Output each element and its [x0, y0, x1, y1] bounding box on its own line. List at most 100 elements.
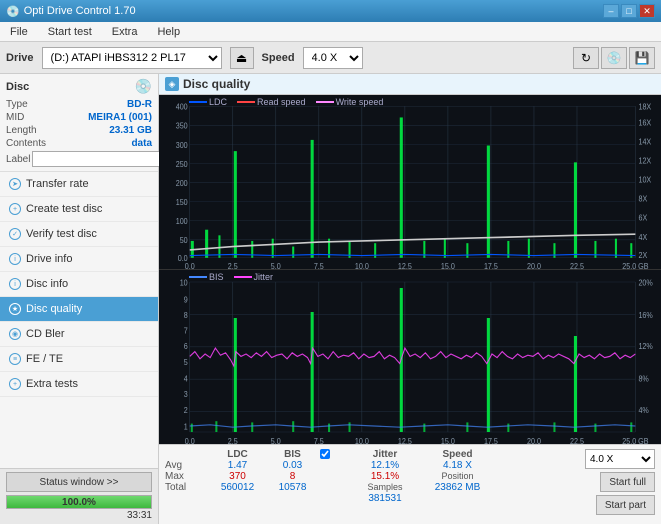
svg-text:16X: 16X — [638, 118, 651, 127]
disc-contents-label: Contents — [6, 138, 46, 149]
svg-text:5.0: 5.0 — [271, 436, 282, 444]
save-button[interactable]: 💾 — [629, 47, 655, 69]
svg-text:300: 300 — [176, 140, 188, 149]
top-chart-legend: LDC Read speed Write speed — [189, 97, 383, 107]
menubar: File Start test Extra Help — [0, 22, 661, 42]
extra-tests-icon: + — [8, 377, 22, 391]
disc-mid-label: MID — [6, 112, 24, 123]
stats-panel: LDC BIS Jitter Speed Avg 1.47 — [159, 444, 661, 524]
stats-col-jitter-check — [320, 449, 350, 460]
eject-button[interactable]: ⏏ — [230, 47, 254, 69]
start-part-button[interactable]: Start part — [596, 495, 655, 515]
svg-text:200: 200 — [176, 179, 188, 188]
menu-start-test[interactable]: Start test — [42, 24, 98, 40]
svg-text:10.0: 10.0 — [355, 262, 369, 269]
sidebar-item-label: Create test disc — [26, 203, 102, 215]
status-bar: Status window >> 100.0% 33:31 — [0, 468, 158, 524]
stats-total-label: Total — [165, 482, 210, 493]
stats-total-ldc: 560012 — [210, 482, 265, 493]
svg-text:400: 400 — [176, 102, 188, 111]
menu-extra[interactable]: Extra — [106, 24, 144, 40]
disc-type-value: BD-R — [127, 99, 152, 110]
jitter-checkbox[interactable] — [320, 449, 330, 459]
minimize-button[interactable]: – — [603, 4, 619, 18]
disc-label-label: Label — [6, 154, 30, 165]
speed-select[interactable]: 4.0 X — [303, 47, 363, 69]
sidebar-item-label: FE / TE — [26, 353, 63, 365]
sidebar-item-disc-info[interactable]: i Disc info — [0, 272, 158, 297]
svg-text:1: 1 — [184, 422, 188, 432]
svg-text:25.0 GB: 25.0 GB — [622, 262, 648, 269]
drive-select[interactable]: (D:) ATAPI iHBS312 2 PL17 — [42, 47, 222, 69]
stats-total-bis: 10578 — [265, 482, 320, 493]
sidebar-item-extra-tests[interactable]: + Extra tests — [0, 372, 158, 397]
stats-avg-jitter: 12.1% — [350, 460, 420, 471]
stats-avg-ldc: 1.47 — [210, 460, 265, 471]
sidebar-item-transfer-rate[interactable]: ➤ Transfer rate — [0, 172, 158, 197]
titlebar: 💿 Opti Drive Control 1.70 – □ ✕ — [0, 0, 661, 22]
stats-samples-row: 381531 — [165, 493, 581, 504]
svg-text:250: 250 — [176, 160, 188, 169]
menu-file[interactable]: File — [4, 24, 34, 40]
svg-text:7.5: 7.5 — [314, 436, 325, 444]
svg-text:15.0: 15.0 — [441, 262, 455, 269]
stats-max-jitter: 15.1% — [350, 471, 420, 482]
svg-text:9: 9 — [184, 295, 188, 305]
sidebar-item-verify-test-disc[interactable]: ✓ Verify test disc — [0, 222, 158, 247]
legend-jitter: Jitter — [234, 272, 274, 282]
speed-label: Speed — [262, 52, 295, 64]
write-speed-legend-label: Write speed — [336, 97, 384, 107]
svg-text:6: 6 — [184, 342, 188, 352]
stats-avg-bis: 0.03 — [265, 460, 320, 471]
bottom-chart-svg: 10 9 8 7 6 5 4 3 2 1 20% 16% 12% 8% 4% — [159, 270, 661, 444]
svg-text:6X: 6X — [638, 213, 647, 222]
top-chart-svg: 400 350 300 250 200 150 100 50 0.0 18X 1… — [159, 95, 661, 269]
stats-col-bis: BIS — [265, 449, 320, 460]
disc-type-row: Type BD-R — [6, 99, 152, 110]
sidebar-item-drive-info[interactable]: i Drive info — [0, 247, 158, 272]
write-speed-legend-color — [316, 101, 334, 103]
disc-label-input[interactable] — [32, 151, 170, 167]
app-icon: 💿 — [6, 5, 20, 18]
svg-text:17.5: 17.5 — [484, 436, 499, 444]
svg-text:5: 5 — [184, 357, 189, 367]
sidebar-item-disc-quality[interactable]: ★ Disc quality — [0, 297, 158, 322]
svg-text:10X: 10X — [638, 175, 651, 184]
toolbar: Drive (D:) ATAPI iHBS312 2 PL17 ⏏ Speed … — [0, 42, 661, 74]
sidebar-item-create-test-disc[interactable]: + Create test disc — [0, 197, 158, 222]
refresh-button[interactable]: ↻ — [573, 47, 599, 69]
svg-text:4: 4 — [184, 374, 189, 384]
speed-dropdown[interactable]: 4.0 X — [585, 449, 655, 469]
stats-max-speed-value: 23862 MB — [420, 482, 495, 493]
stats-col-jitter-label: Jitter — [350, 449, 420, 460]
cd-bler-icon: ◉ — [8, 327, 22, 341]
svg-text:0.0: 0.0 — [185, 436, 196, 444]
maximize-button[interactable]: □ — [621, 4, 637, 18]
stats-col-ldc: LDC — [210, 449, 265, 460]
left-panel: Disc 💿 Type BD-R MID MEIRA1 (001) Length… — [0, 74, 159, 524]
titlebar-title-area: 💿 Opti Drive Control 1.70 — [6, 5, 136, 18]
svg-text:25.0 GB: 25.0 GB — [622, 436, 648, 444]
jitter-checkbox-label — [320, 449, 350, 459]
svg-text:2X: 2X — [638, 250, 647, 259]
stats-samples-value: 381531 — [350, 493, 420, 504]
chart-header-icon: ◈ — [165, 77, 179, 91]
status-time: 33:31 — [6, 510, 152, 521]
stats-max-bis: 8 — [265, 471, 320, 482]
svg-text:14X: 14X — [638, 137, 651, 146]
svg-text:2.5: 2.5 — [228, 262, 238, 269]
status-window-button[interactable]: Status window >> — [6, 472, 152, 492]
legend-read-speed: Read speed — [237, 97, 306, 107]
svg-text:350: 350 — [176, 121, 188, 130]
sidebar-item-fe-te[interactable]: ≡ FE / TE — [0, 347, 158, 372]
sidebar-item-label: Extra tests — [26, 378, 78, 390]
menu-help[interactable]: Help — [151, 24, 186, 40]
start-full-button[interactable]: Start full — [600, 472, 655, 492]
disc-quality-icon: ★ — [8, 302, 22, 316]
svg-text:20.0: 20.0 — [527, 436, 542, 444]
sidebar-item-label: Drive info — [26, 253, 72, 265]
close-button[interactable]: ✕ — [639, 4, 655, 18]
disc-button[interactable]: 💿 — [601, 47, 627, 69]
sidebar-item-cd-bler[interactable]: ◉ CD Bler — [0, 322, 158, 347]
charts-container: LDC Read speed Write speed — [159, 95, 661, 444]
